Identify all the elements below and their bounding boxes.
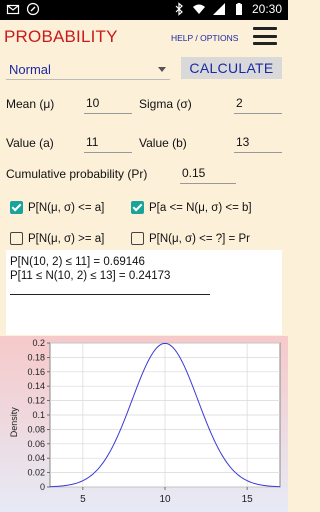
y-axis-label: Density	[9, 407, 19, 438]
y-tick-label: 0.02	[27, 468, 45, 478]
result-line: P[N(10, 2) ≤ 11] = 0.69146	[10, 256, 145, 268]
y-tick-label: 0.04	[27, 453, 45, 463]
checkbox-unchecked-icon	[131, 232, 144, 245]
cumulative-probability-field[interactable]: 0.15	[180, 164, 236, 184]
density-chart-svg: 0 0.02 0.04 0.06 0.08 0.1 0.12 0.14 0.16 0.18 0.2 5…	[9, 338, 281, 505]
y-tick-label: 0.08	[27, 424, 45, 434]
bluetooth-icon	[175, 2, 183, 16]
x-tick-label: 5	[80, 494, 86, 505]
option-inverse-pr[interactable]: P[N(μ, σ) <= ?] = Pr	[131, 232, 250, 245]
value-a-field[interactable]: 11	[84, 133, 132, 153]
battery-icon	[235, 3, 242, 15]
density-chart: 0 0.02 0.04 0.06 0.08 0.1 0.12 0.14 0.16 0.18 0.2 5…	[0, 336, 288, 512]
results-divider	[10, 294, 210, 295]
checkbox-unchecked-icon	[10, 232, 23, 245]
y-tick-label: 0.14	[27, 381, 45, 391]
wifi-icon	[192, 4, 205, 14]
results-panel: P[N(10, 2) ≤ 11] = 0.69146 P[11 ≤ N(10, …	[6, 250, 282, 335]
cumulative-probability-label: Cumulative probability (Pr)	[6, 167, 148, 181]
chevron-down-icon	[158, 67, 166, 72]
value-b-label: Value (b)	[139, 136, 187, 150]
sigma-field[interactable]: 2	[234, 94, 282, 114]
calculate-button[interactable]: CALCULATE	[181, 57, 282, 79]
mean-label: Mean (μ)	[6, 97, 55, 111]
option-label: P[N(μ, σ) >= a]	[28, 232, 105, 245]
mean-field[interactable]: 10	[84, 94, 132, 114]
hamburger-menu-icon[interactable]	[253, 26, 277, 46]
option-less-equal-a[interactable]: P[N(μ, σ) <= a]	[10, 201, 104, 214]
x-tick-label: 15	[242, 494, 254, 505]
app-bar: PROBABILITY HELP / OPTIONS	[0, 20, 288, 52]
option-between-a-b[interactable]: P[a <= N(μ, σ) <= b]	[131, 201, 252, 214]
y-tick-label: 0.18	[27, 352, 45, 362]
distribution-selected: Normal	[9, 62, 51, 77]
clock: 20:30	[251, 2, 282, 16]
app-notification-icon	[26, 2, 40, 16]
y-tick-label: 0.12	[27, 396, 45, 406]
x-tick-label: 10	[159, 494, 171, 505]
option-greater-equal-a[interactable]: P[N(μ, σ) >= a]	[10, 232, 104, 245]
page-title: PROBABILITY	[4, 27, 118, 46]
cellular-signal-icon	[212, 3, 225, 15]
status-bar: 20:30	[0, 0, 288, 20]
value-a-label: Value (a)	[6, 136, 54, 150]
checkbox-checked-icon	[131, 201, 144, 214]
y-tick-label: 0.16	[27, 367, 45, 377]
value-b-field[interactable]: 13	[234, 133, 282, 153]
option-label: P[a <= N(μ, σ) <= b]	[149, 201, 252, 214]
y-tick-label: 0.1	[32, 410, 45, 420]
sigma-label: Sigma (σ)	[139, 97, 192, 111]
result-line: P[11 ≤ N(10, 2) ≤ 13] = 0.24173	[10, 270, 171, 282]
option-label: P[N(μ, σ) <= ?] = Pr	[149, 232, 250, 245]
y-tick-label: 0.2	[32, 338, 45, 348]
help-options-link[interactable]: HELP / OPTIONS	[171, 33, 238, 43]
y-tick-label: 0	[40, 482, 45, 492]
option-label: P[N(μ, σ) <= a]	[28, 201, 105, 214]
y-tick-label: 0.06	[27, 439, 45, 449]
distribution-dropdown[interactable]: Normal	[6, 58, 170, 80]
checkbox-checked-icon	[10, 201, 23, 214]
mail-icon	[6, 4, 20, 15]
